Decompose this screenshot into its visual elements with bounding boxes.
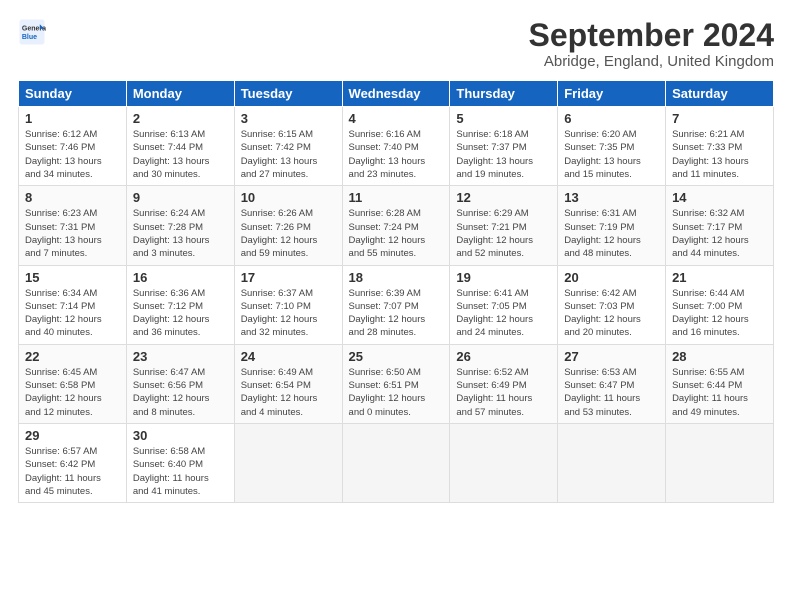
col-tuesday: Tuesday [234,81,342,107]
subtitle: Abridge, England, United Kingdom [529,53,774,70]
day-13: 13 Sunrise: 6:31 AMSunset: 7:19 PMDaylig… [558,186,666,265]
calendar-header-row: Sunday Monday Tuesday Wednesday Thursday… [19,81,774,107]
day-20: 20 Sunrise: 6:42 AMSunset: 7:03 PMDaylig… [558,265,666,344]
day-25: 25 Sunrise: 6:50 AMSunset: 6:51 PMDaylig… [342,344,450,423]
logo-icon: General Blue [18,18,46,46]
empty-cell [450,423,558,502]
svg-text:General: General [22,25,46,32]
day-21: 21 Sunrise: 6:44 AMSunset: 7:00 PMDaylig… [666,265,774,344]
logo: General Blue [18,18,46,46]
empty-cell [558,423,666,502]
day-30: 30 Sunrise: 6:58 AMSunset: 6:40 PMDaylig… [126,423,234,502]
table-row: 1 Sunrise: 6:12 AMSunset: 7:46 PMDayligh… [19,107,774,186]
day-11: 11 Sunrise: 6:28 AMSunset: 7:24 PMDaylig… [342,186,450,265]
day-9: 9 Sunrise: 6:24 AMSunset: 7:28 PMDayligh… [126,186,234,265]
table-row: 29 Sunrise: 6:57 AMSunset: 6:42 PMDaylig… [19,423,774,502]
day-28: 28 Sunrise: 6:55 AMSunset: 6:44 PMDaylig… [666,344,774,423]
table-row: 15 Sunrise: 6:34 AMSunset: 7:14 PMDaylig… [19,265,774,344]
day-22: 22 Sunrise: 6:45 AMSunset: 6:58 PMDaylig… [19,344,127,423]
col-thursday: Thursday [450,81,558,107]
day-2: 2 Sunrise: 6:13 AMSunset: 7:44 PMDayligh… [126,107,234,186]
day-18: 18 Sunrise: 6:39 AMSunset: 7:07 PMDaylig… [342,265,450,344]
day-15: 15 Sunrise: 6:34 AMSunset: 7:14 PMDaylig… [19,265,127,344]
day-10: 10 Sunrise: 6:26 AMSunset: 7:26 PMDaylig… [234,186,342,265]
day-14: 14 Sunrise: 6:32 AMSunset: 7:17 PMDaylig… [666,186,774,265]
day-29: 29 Sunrise: 6:57 AMSunset: 6:42 PMDaylig… [19,423,127,502]
day-27: 27 Sunrise: 6:53 AMSunset: 6:47 PMDaylig… [558,344,666,423]
table-row: 22 Sunrise: 6:45 AMSunset: 6:58 PMDaylig… [19,344,774,423]
day-24: 24 Sunrise: 6:49 AMSunset: 6:54 PMDaylig… [234,344,342,423]
empty-cell [234,423,342,502]
day-1: 1 Sunrise: 6:12 AMSunset: 7:46 PMDayligh… [19,107,127,186]
day-6: 6 Sunrise: 6:20 AMSunset: 7:35 PMDayligh… [558,107,666,186]
col-monday: Monday [126,81,234,107]
day-23: 23 Sunrise: 6:47 AMSunset: 6:56 PMDaylig… [126,344,234,423]
col-saturday: Saturday [666,81,774,107]
day-12: 12 Sunrise: 6:29 AMSunset: 7:21 PMDaylig… [450,186,558,265]
day-8: 8 Sunrise: 6:23 AMSunset: 7:31 PMDayligh… [19,186,127,265]
empty-cell [342,423,450,502]
day-16: 16 Sunrise: 6:36 AMSunset: 7:12 PMDaylig… [126,265,234,344]
main-title: September 2024 [529,18,774,53]
col-sunday: Sunday [19,81,127,107]
day-4: 4 Sunrise: 6:16 AMSunset: 7:40 PMDayligh… [342,107,450,186]
day-7: 7 Sunrise: 6:21 AMSunset: 7:33 PMDayligh… [666,107,774,186]
svg-text:Blue: Blue [22,34,37,41]
table-row: 8 Sunrise: 6:23 AMSunset: 7:31 PMDayligh… [19,186,774,265]
col-friday: Friday [558,81,666,107]
day-26: 26 Sunrise: 6:52 AMSunset: 6:49 PMDaylig… [450,344,558,423]
page-header: General Blue September 2024 Abridge, Eng… [18,18,774,70]
day-17: 17 Sunrise: 6:37 AMSunset: 7:10 PMDaylig… [234,265,342,344]
day-19: 19 Sunrise: 6:41 AMSunset: 7:05 PMDaylig… [450,265,558,344]
col-wednesday: Wednesday [342,81,450,107]
title-block: September 2024 Abridge, England, United … [529,18,774,70]
day-3: 3 Sunrise: 6:15 AMSunset: 7:42 PMDayligh… [234,107,342,186]
calendar-page: General Blue September 2024 Abridge, Eng… [0,0,792,612]
calendar-table: Sunday Monday Tuesday Wednesday Thursday… [18,80,774,503]
empty-cell [666,423,774,502]
day-5: 5 Sunrise: 6:18 AMSunset: 7:37 PMDayligh… [450,107,558,186]
